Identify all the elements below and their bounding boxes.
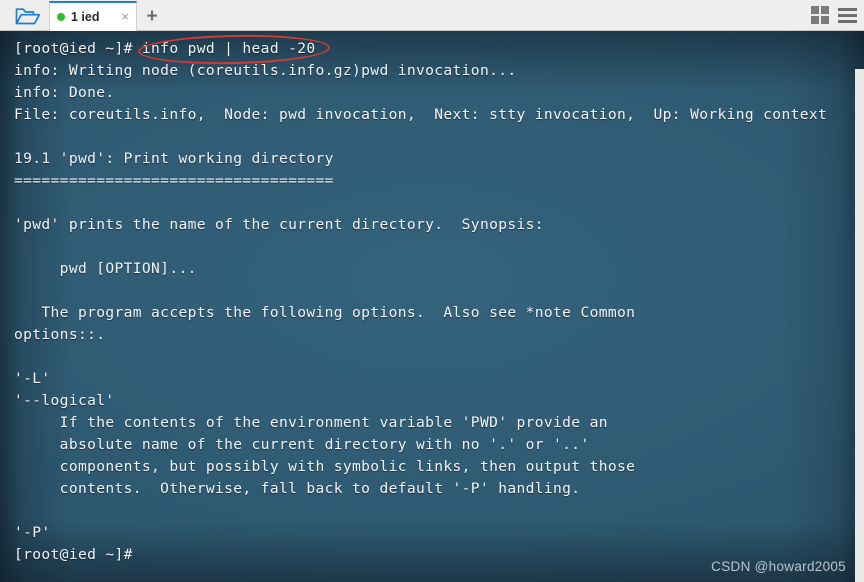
tab-label: 1 ied (71, 10, 100, 24)
watermark-label: CSDN @howard2005 (711, 559, 846, 574)
tab-item-ied[interactable]: 1 ied × (49, 1, 137, 31)
terminal-line: =================================== (14, 172, 334, 189)
terminal-scrollbar[interactable] (855, 31, 864, 582)
grid-view-icon[interactable] (811, 6, 829, 24)
terminal-line: info: Writing node (coreutils.info.gz)pw… (14, 62, 517, 79)
terminal-line: 19.1 'pwd': Print working directory (14, 150, 334, 167)
terminal-line: absolute name of the current directory w… (14, 436, 590, 453)
terminal-line: If the contents of the environment varia… (14, 414, 608, 431)
terminal-line: 'pwd' prints the name of the current dir… (14, 216, 544, 233)
terminal-line: '-L' (14, 370, 51, 387)
terminal-body[interactable]: [root@ied ~]# info pwd | head -20 info: … (0, 31, 864, 582)
terminal-line: File: coreutils.info, Node: pwd invocati… (14, 106, 828, 123)
open-folder-button[interactable] (8, 3, 48, 29)
close-icon[interactable]: × (121, 10, 129, 24)
tab-status-dot (57, 13, 65, 21)
toolbar-right (811, 6, 857, 24)
terminal-line: options::. (14, 326, 106, 343)
scrollbar-thumb[interactable] (855, 69, 864, 582)
hamburger-menu-icon[interactable] (838, 7, 857, 23)
terminal-line: [root@ied ~]# info pwd | head -20 (14, 40, 316, 57)
terminal-output: [root@ied ~]# info pwd | head -20 info: … (0, 31, 864, 566)
terminal-line: '--logical' (14, 392, 115, 409)
terminal-line: pwd [OPTION]... (14, 260, 197, 277)
folder-open-icon (15, 8, 41, 25)
terminal-line: contents. Otherwise, fall back to defaul… (14, 480, 581, 497)
terminal-line: The program accepts the following option… (14, 304, 636, 321)
terminal-line: components, but possibly with symbolic l… (14, 458, 636, 475)
terminal-line: info: Done. (14, 84, 115, 101)
terminal-window: 1 ied × + [root@ied ~]# info pwd | head … (0, 0, 864, 582)
tab-bar: 1 ied × + (0, 0, 864, 31)
terminal-line: '-P' (14, 524, 51, 541)
new-tab-button[interactable]: + (140, 5, 164, 27)
